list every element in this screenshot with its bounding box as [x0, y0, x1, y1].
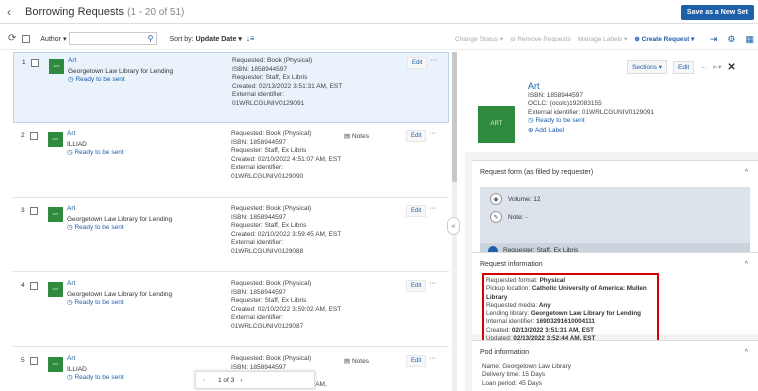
chevron-up-icon[interactable]: ^: [745, 169, 748, 176]
partner-library: Georgetown Law Library for Lending: [67, 215, 173, 223]
remove-requests-button[interactable]: ⊖ Remove Requests: [510, 35, 571, 43]
sort-direction-icon[interactable]: ↓≡: [246, 34, 255, 43]
search-input[interactable]: ⚲: [69, 32, 158, 45]
row-checkbox[interactable]: [30, 132, 38, 140]
panel-edit-button[interactable]: Edit: [673, 60, 695, 74]
book-cover-icon: ART: [49, 59, 64, 74]
clock-icon: ◷: [67, 299, 73, 306]
table-row[interactable]: 1 ART Art Georgetown Law Library for Len…: [13, 52, 449, 123]
partner-library: Georgetown Law Library for Lending: [67, 290, 173, 298]
add-label-button[interactable]: ⊕ Add Label: [528, 127, 654, 136]
notes-icon: ▤: [344, 358, 351, 365]
request-info-highlight: Requested format: Physical Pickup locati…: [482, 273, 659, 345]
request-form-section: Request form (as filled by requester) ^ …: [472, 160, 758, 260]
edit-button[interactable]: Edit: [406, 280, 427, 292]
header: ‹ Borrowing Requests (1 - 20 of 51) Save…: [0, 0, 758, 24]
page-indicator: 1 of 3: [218, 376, 235, 384]
partner-library: Georgetown Law Library for Lending: [68, 67, 174, 75]
pod-info-section: Pod information ^ Name: Georgetown Law L…: [472, 340, 758, 391]
pagination: ‹ 1 of 3 ›: [195, 371, 315, 389]
volume-icon: ◉: [490, 193, 502, 205]
item-title[interactable]: Art: [68, 57, 228, 66]
gear-icon[interactable]: ⚙: [727, 34, 735, 45]
save-as-new-set-button[interactable]: Save as a New Set: [680, 5, 754, 20]
change-status-button[interactable]: Change Status ▾: [455, 35, 503, 43]
request-list: 1 ART Art Georgetown Law Library for Len…: [13, 52, 449, 391]
row-checkbox[interactable]: [31, 59, 39, 67]
row-checkbox[interactable]: [30, 357, 38, 365]
book-cover-icon: ART: [48, 132, 63, 147]
book-cover-icon: ART: [48, 207, 63, 222]
toolbar-icons: ⇥ ⚙ ▦: [710, 28, 754, 50]
status: ◷ Ready to be sent: [528, 117, 585, 124]
book-cover-icon: ART: [48, 282, 63, 297]
edit-button[interactable]: Edit: [406, 205, 427, 217]
pencil-icon: ✎: [490, 211, 502, 223]
row-checkbox[interactable]: [30, 207, 38, 215]
notes-indicator[interactable]: ▤ Notes: [344, 357, 369, 365]
details-panel: Sections ▾ Edit ··· ⇤▾ ✕ ART Art ISBN: 1…: [465, 52, 758, 391]
export-icon[interactable]: ⇥: [710, 34, 718, 45]
chevron-up-icon[interactable]: ^: [745, 261, 748, 268]
item-title[interactable]: Art: [67, 280, 227, 289]
notes-icon: ▤: [344, 133, 351, 140]
row-checkbox[interactable]: [30, 282, 38, 290]
more-options-icon[interactable]: ···: [700, 64, 707, 71]
status: ◷ Ready to be sent: [67, 299, 124, 306]
prev-page-icon[interactable]: ‹: [196, 377, 212, 384]
clock-icon: ◷: [68, 76, 74, 83]
select-all-checkbox[interactable]: [22, 34, 31, 43]
columns-icon[interactable]: ▦: [745, 34, 754, 45]
sort-by[interactable]: Sort by: Update Date ▾: [169, 35, 241, 43]
panel-header: Sections ▾ Edit ··· ⇤▾ ✕ ART Art ISBN: 1…: [465, 52, 758, 152]
author-filter-dropdown[interactable]: Author ▾: [40, 35, 66, 43]
sections-dropdown[interactable]: Sections ▾: [627, 60, 667, 74]
panel-title[interactable]: Art: [528, 82, 654, 91]
status: ◷ Ready to be sent: [68, 76, 125, 83]
pin-icon[interactable]: ⇤▾: [713, 63, 722, 71]
partner-library: ILLIAD: [67, 140, 87, 148]
manage-labels-button[interactable]: Manage Labels ▾: [578, 35, 628, 43]
item-title[interactable]: Art: [67, 130, 227, 139]
refresh-icon[interactable]: ⟳: [8, 33, 16, 44]
chevron-up-icon[interactable]: ^: [745, 349, 748, 356]
item-title[interactable]: Art: [67, 205, 227, 214]
create-request-button[interactable]: ⊕ Create Request ▾: [634, 35, 694, 43]
status: ◷ Ready to be sent: [67, 224, 124, 231]
edit-button[interactable]: Edit: [406, 355, 427, 367]
more-options-icon[interactable]: ···: [429, 130, 436, 137]
close-icon[interactable]: ✕: [727, 62, 735, 73]
scrollbar-thumb[interactable]: [452, 52, 457, 182]
notes-indicator[interactable]: ▤ Notes: [344, 132, 369, 140]
request-info-section: Request information ^ Requested format: …: [472, 252, 758, 345]
page-title: Borrowing Requests (1 - 20 of 51): [25, 5, 185, 18]
more-options-icon[interactable]: ···: [429, 355, 436, 362]
back-arrow-icon[interactable]: ‹: [7, 5, 19, 19]
more-options-icon[interactable]: ···: [429, 205, 436, 212]
collapse-panel-icon[interactable]: «: [447, 217, 460, 235]
bulk-actions: Change Status ▾ ⊖ Remove Requests Manage…: [455, 28, 694, 50]
table-row[interactable]: 4 ART Art Georgetown Law Library for Len…: [13, 276, 449, 347]
plus-icon: ⊕: [528, 126, 534, 134]
book-cover-icon: ART: [478, 106, 515, 143]
status: ◷ Ready to be sent: [67, 149, 124, 156]
book-cover-icon: ART: [48, 357, 63, 372]
edit-button[interactable]: Edit: [407, 57, 428, 69]
search-icon[interactable]: ⚲: [148, 34, 154, 43]
clock-icon: ◷: [67, 224, 73, 231]
table-row[interactable]: 2 ART Art ILLIAD ◷ Ready to be sent Requ…: [13, 126, 449, 198]
edit-button[interactable]: Edit: [406, 130, 427, 142]
clock-icon: ◷: [528, 117, 534, 124]
more-options-icon[interactable]: ···: [429, 280, 436, 287]
item-title[interactable]: Art: [67, 355, 227, 364]
clock-icon: ◷: [67, 374, 73, 381]
more-options-icon[interactable]: ···: [430, 57, 437, 64]
next-page-icon[interactable]: ›: [240, 377, 242, 384]
toolbar: ⟳ Author ▾ ⚲ Sort by: Update Date ▾ ↓≡ C…: [0, 28, 758, 50]
clock-icon: ◷: [67, 149, 73, 156]
table-row[interactable]: 3 ART Art Georgetown Law Library for Len…: [13, 201, 449, 272]
